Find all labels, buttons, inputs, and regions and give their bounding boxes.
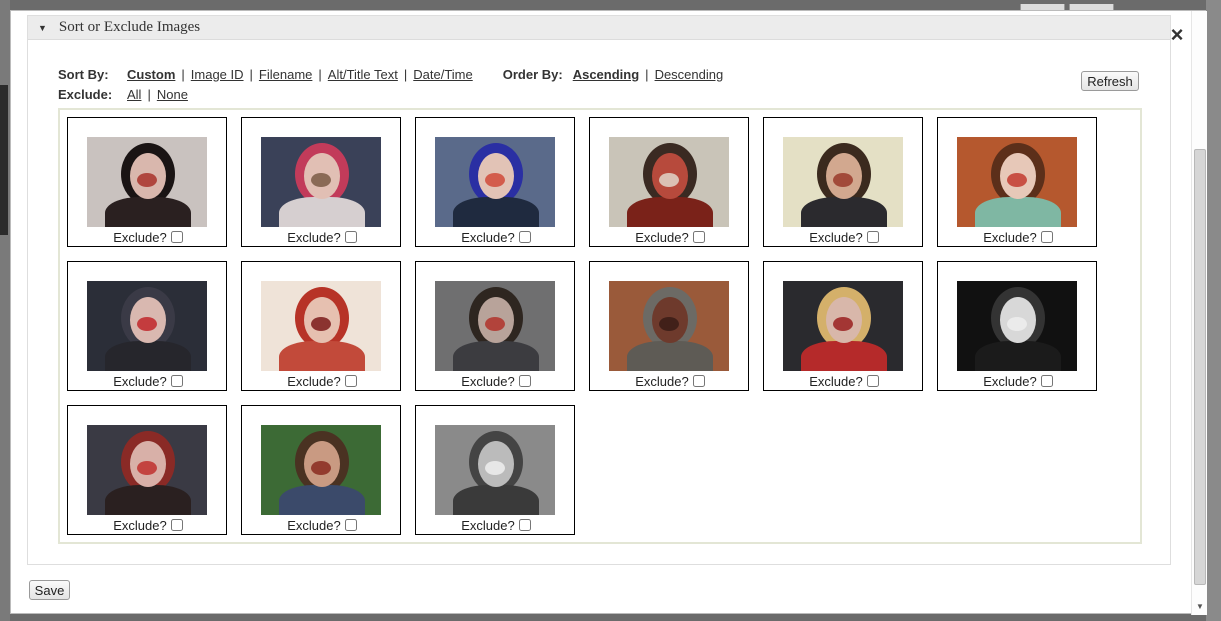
image-tile[interactable]: Exclude?	[415, 405, 575, 535]
image-tile[interactable]: Exclude?	[937, 117, 1097, 247]
background-image-fragment	[0, 85, 8, 235]
exclude-checkbox-label: Exclude?	[113, 373, 167, 389]
exclude-checkbox[interactable]	[344, 231, 357, 243]
image-tile[interactable]: Exclude?	[937, 261, 1097, 391]
background-tabs	[1020, 0, 1120, 12]
exclude-checkbox[interactable]	[170, 231, 183, 243]
sort-alt-title-link[interactable]: Alt/Title Text	[328, 67, 398, 82]
exclude-checkbox-label: Exclude?	[983, 373, 1037, 389]
exclude-checkbox-label: Exclude?	[113, 229, 167, 245]
sort-row: Sort By: Custom | Image ID | Filename | …	[58, 66, 724, 82]
exclude-checkbox[interactable]	[344, 519, 357, 531]
exclude-checkbox[interactable]	[1040, 375, 1053, 387]
image-thumbnail[interactable]	[435, 281, 555, 371]
image-thumbnail[interactable]	[87, 281, 207, 371]
panel-header[interactable]: ▼ Sort or Exclude Images	[28, 16, 1170, 40]
image-grid: Exclude? Exclude? Exclude? Exclude? Exclude?…	[58, 108, 1142, 544]
exclude-checkbox-label: Exclude?	[287, 373, 341, 389]
sort-custom-link[interactable]: Custom	[127, 67, 175, 82]
image-thumbnail[interactable]	[261, 425, 381, 515]
image-thumbnail[interactable]	[783, 137, 903, 227]
exclude-row: Exclude: All | None	[58, 86, 188, 102]
image-thumbnail[interactable]	[783, 281, 903, 371]
scroll-down-arrow-icon[interactable]: ▼	[1196, 602, 1204, 611]
image-tile[interactable]: Exclude?	[415, 261, 575, 391]
image-tile[interactable]: Exclude?	[589, 117, 749, 247]
exclude-checkbox-label: Exclude?	[635, 229, 689, 245]
image-tile[interactable]: Exclude?	[67, 117, 227, 247]
exclude-checkbox-label: Exclude?	[461, 517, 515, 533]
exclude-checkbox[interactable]	[692, 375, 705, 387]
exclude-checkbox-label: Exclude?	[287, 517, 341, 533]
panel-title: Sort or Exclude Images	[58, 19, 201, 35]
exclude-checkbox[interactable]	[518, 375, 531, 387]
exclude-checkbox-label: Exclude?	[635, 373, 689, 389]
exclude-checkbox[interactable]	[692, 231, 705, 243]
sort-exclude-dialog: × ▼ ▼ Sort or Exclude Images Sort By: Cu…	[10, 10, 1207, 615]
sort-exclude-panel: ▼ Sort or Exclude Images Sort By: Custom…	[27, 15, 1171, 565]
image-thumbnail[interactable]	[87, 425, 207, 515]
image-thumbnail[interactable]	[609, 281, 729, 371]
image-thumbnail[interactable]	[957, 137, 1077, 227]
refresh-button[interactable]: Refresh	[1081, 71, 1139, 91]
order-descending-link[interactable]: Descending	[655, 67, 724, 82]
image-tile[interactable]: Exclude?	[763, 261, 923, 391]
exclude-checkbox[interactable]	[344, 375, 357, 387]
image-tile[interactable]: Exclude?	[763, 117, 923, 247]
image-thumbnail[interactable]	[435, 425, 555, 515]
image-tile[interactable]: Exclude?	[67, 261, 227, 391]
background-page-right	[1206, 0, 1221, 621]
exclude-checkbox[interactable]	[866, 375, 879, 387]
image-tile[interactable]: Exclude?	[415, 117, 575, 247]
image-thumbnail[interactable]	[261, 281, 381, 371]
sort-controls: Sort By: Custom | Image ID | Filename | …	[58, 64, 723, 104]
exclude-checkbox-label: Exclude?	[983, 229, 1037, 245]
exclude-checkbox[interactable]	[1040, 231, 1053, 243]
exclude-checkbox[interactable]	[518, 519, 531, 531]
exclude-checkbox-label: Exclude?	[287, 229, 341, 245]
exclude-checkbox-label: Exclude?	[461, 229, 515, 245]
exclude-all-link[interactable]: All	[127, 87, 141, 102]
image-tile[interactable]: Exclude?	[67, 405, 227, 535]
exclude-checkbox-label: Exclude?	[809, 229, 863, 245]
exclude-checkbox[interactable]	[170, 519, 183, 531]
exclude-checkbox[interactable]	[518, 231, 531, 243]
exclude-none-link[interactable]: None	[157, 87, 188, 102]
order-by-label: Order By:	[502, 66, 563, 82]
exclude-checkbox[interactable]	[170, 375, 183, 387]
image-thumbnail[interactable]	[261, 137, 381, 227]
image-thumbnail[interactable]	[87, 137, 207, 227]
sort-image-id-link[interactable]: Image ID	[191, 67, 244, 82]
image-tile[interactable]: Exclude?	[241, 117, 401, 247]
scrollbar-thumb[interactable]	[1194, 149, 1206, 585]
save-button[interactable]: Save	[29, 580, 70, 600]
image-tile[interactable]: Exclude?	[241, 405, 401, 535]
sort-by-label: Sort By:	[58, 66, 109, 82]
exclude-label: Exclude:	[58, 86, 113, 102]
exclude-checkbox[interactable]	[866, 231, 879, 243]
sort-filename-link[interactable]: Filename	[259, 67, 312, 82]
exclude-checkbox-label: Exclude?	[461, 373, 515, 389]
image-tile[interactable]: Exclude?	[241, 261, 401, 391]
background-page-left	[0, 0, 10, 621]
collapse-triangle-icon[interactable]: ▼	[38, 23, 47, 33]
image-thumbnail[interactable]	[957, 281, 1077, 371]
dialog-scrollbar[interactable]: ▼	[1191, 11, 1207, 615]
exclude-checkbox-label: Exclude?	[113, 517, 167, 533]
image-thumbnail[interactable]	[609, 137, 729, 227]
image-thumbnail[interactable]	[435, 137, 555, 227]
exclude-checkbox-label: Exclude?	[809, 373, 863, 389]
order-ascending-link[interactable]: Ascending	[573, 67, 639, 82]
image-tile[interactable]: Exclude?	[589, 261, 749, 391]
sort-date-time-link[interactable]: Date/Time	[413, 67, 472, 82]
